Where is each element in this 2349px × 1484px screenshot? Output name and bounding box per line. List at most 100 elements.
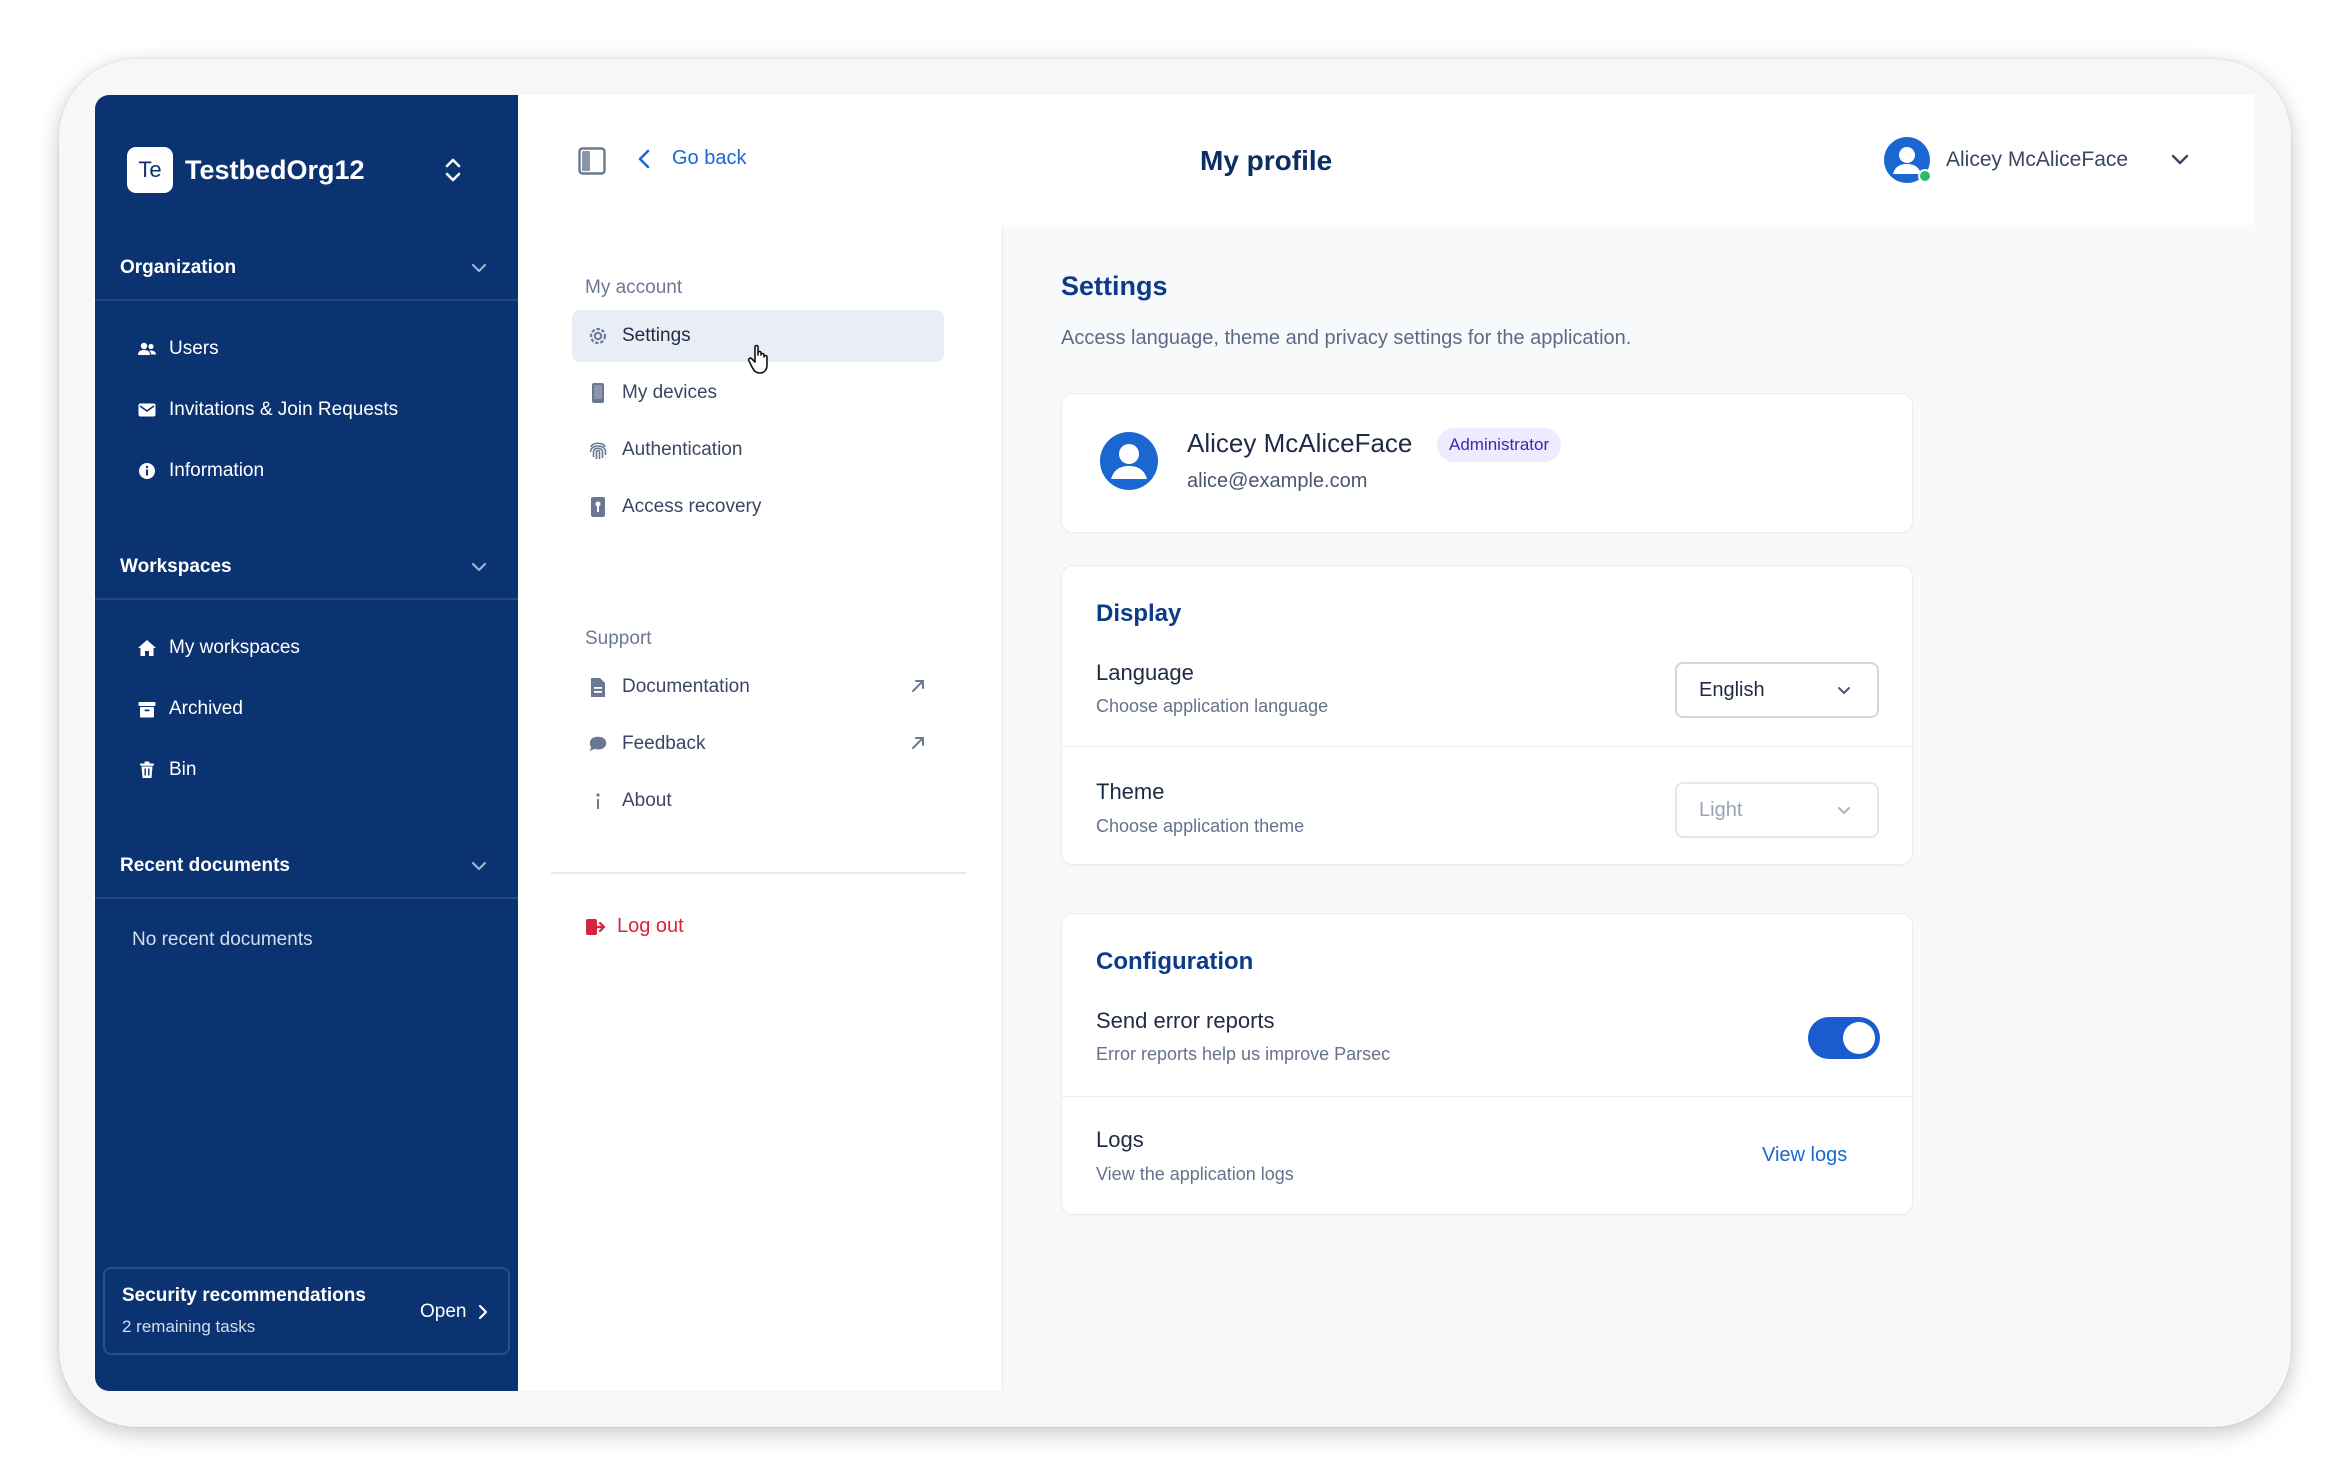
recovery-icon — [588, 496, 608, 518]
group-label-my-account: My account — [585, 277, 683, 298]
toggle-knob — [1843, 1022, 1875, 1054]
recent-empty-message: No recent documents — [132, 929, 313, 950]
chevron-up-down-icon[interactable] — [443, 155, 463, 185]
menu-item-label: Settings — [622, 325, 691, 346]
section-workspaces-header[interactable]: Workspaces — [95, 538, 518, 600]
chevron-down-icon — [1838, 807, 1850, 815]
group-label-support: Support — [585, 628, 652, 649]
sidebar-item-invitations[interactable]: Invitations & Join Requests — [137, 399, 398, 421]
org-avatar: Te — [127, 147, 173, 193]
sidebar-item-label: Information — [169, 460, 265, 481]
section-title: Recent documents — [120, 855, 290, 876]
theme-title: Theme — [1096, 779, 1165, 804]
menu-divider — [551, 872, 966, 874]
section-title: Organization — [120, 257, 237, 278]
sidebar-item-label: My workspaces — [169, 637, 300, 658]
menu-item-documentation[interactable]: Documentation — [572, 661, 944, 713]
chat-icon — [588, 733, 608, 755]
menu-item-feedback[interactable]: Feedback — [572, 718, 944, 770]
theme-select[interactable]: Light — [1675, 782, 1879, 838]
avatar — [1884, 137, 1932, 183]
theme-subtitle: Choose application theme — [1096, 816, 1305, 836]
sidebar-item-bin[interactable]: Bin — [137, 759, 196, 781]
hand-cursor-icon — [747, 344, 768, 374]
language-value: English — [1699, 678, 1765, 701]
user-menu[interactable]: Alicey McAliceFace — [1884, 137, 2190, 183]
document-icon — [588, 676, 608, 698]
view-logs-button[interactable]: View logs — [1762, 1144, 1847, 1167]
profile-email: alice@example.com — [1187, 470, 1368, 492]
archive-icon — [137, 699, 157, 719]
user-icon — [1100, 432, 1158, 490]
external-link-icon — [912, 737, 924, 749]
chevron-down-icon — [2171, 154, 2189, 165]
page-title: My profile — [1200, 145, 1333, 176]
theme-value: Light — [1699, 798, 1743, 821]
sidebar: Te TestbedOrg12 Organization Users Invit… — [95, 95, 518, 1391]
online-status-dot — [1918, 169, 1932, 183]
sidebar-item-users[interactable]: Users — [137, 338, 219, 360]
device-icon — [588, 382, 608, 404]
menu-item-access-recovery[interactable]: Access recovery — [572, 481, 944, 533]
menu-item-label: Documentation — [622, 676, 750, 697]
configuration-card: Configuration Send error reports Error r… — [1061, 913, 1913, 1215]
external-link-icon — [912, 680, 924, 692]
chevron-right-icon — [479, 1304, 488, 1320]
user-name: Alicey McAliceFace — [1946, 148, 2129, 171]
error-reports-toggle[interactable] — [1808, 1017, 1880, 1059]
row-divider — [1062, 1096, 1912, 1097]
users-icon — [137, 339, 157, 359]
security-open-button[interactable]: Open — [420, 1301, 488, 1323]
settings-content: Settings Access language, theme and priv… — [1003, 225, 2255, 1391]
chevron-down-icon — [471, 861, 487, 871]
fingerprint-icon — [588, 439, 608, 461]
gear-icon — [588, 325, 608, 347]
logout-label: Log out — [617, 915, 684, 937]
account-menu: My account Settings My devices Authentic… — [518, 225, 1003, 1391]
sidebar-item-label: Bin — [169, 759, 197, 780]
role-badge: Administrator — [1437, 428, 1562, 462]
profile-name: Alicey McAliceFace — [1187, 428, 1413, 458]
sidebar-item-label: Archived — [169, 698, 243, 719]
sidebar-item-information[interactable]: Information — [137, 460, 264, 482]
section-organization-header[interactable]: Organization — [95, 239, 518, 301]
sidebar-toggle-icon[interactable] — [578, 147, 606, 175]
menu-item-authentication[interactable]: Authentication — [572, 424, 944, 476]
settings-subtitle: Access language, theme and privacy setti… — [1061, 327, 1632, 349]
menu-item-label: Access recovery — [622, 496, 762, 517]
menu-item-about[interactable]: About — [572, 775, 944, 827]
info-icon — [588, 790, 608, 812]
trash-icon — [137, 760, 157, 780]
settings-title: Settings — [1061, 271, 1168, 301]
app-window: Te TestbedOrg12 Organization Users Invit… — [95, 95, 2255, 1391]
language-select[interactable]: English — [1675, 662, 1879, 718]
sidebar-item-label: Invitations & Join Requests — [169, 399, 399, 420]
logout-icon — [586, 918, 605, 935]
profile-card: Alicey McAliceFace Administrator alice@e… — [1061, 393, 1913, 533]
go-back-button[interactable]: Go back — [638, 147, 746, 170]
security-title: Security recommendations — [122, 1285, 366, 1306]
info-icon — [137, 461, 157, 481]
menu-item-label: Authentication — [622, 439, 743, 460]
language-title: Language — [1096, 660, 1194, 685]
security-recommendations-card[interactable]: Security recommendations 2 remaining tas… — [103, 1267, 510, 1355]
chevron-left-icon — [638, 149, 650, 168]
mail-icon — [137, 400, 157, 420]
error-reports-subtitle: Error reports help us improve Parsec — [1096, 1044, 1391, 1064]
sidebar-item-archived[interactable]: Archived — [137, 698, 243, 720]
security-subtitle: 2 remaining tasks — [122, 1317, 256, 1336]
org-switcher[interactable]: Te TestbedOrg12 — [127, 147, 365, 193]
logout-button[interactable]: Log out — [585, 915, 684, 938]
row-divider — [1062, 746, 1912, 747]
topbar: Go back My profile Alicey McAliceFace — [518, 95, 2255, 225]
menu-item-label: About — [622, 790, 672, 811]
home-icon — [137, 638, 157, 658]
logs-subtitle: View the application logs — [1096, 1164, 1294, 1184]
chevron-down-icon — [1838, 687, 1850, 695]
display-title: Display — [1096, 600, 1182, 627]
section-recent-header[interactable]: Recent documents — [95, 837, 518, 899]
language-subtitle: Choose application language — [1096, 696, 1329, 716]
sidebar-item-my-workspaces[interactable]: My workspaces — [137, 637, 300, 659]
go-back-label: Go back — [672, 147, 747, 169]
chevron-down-icon — [471, 263, 487, 273]
